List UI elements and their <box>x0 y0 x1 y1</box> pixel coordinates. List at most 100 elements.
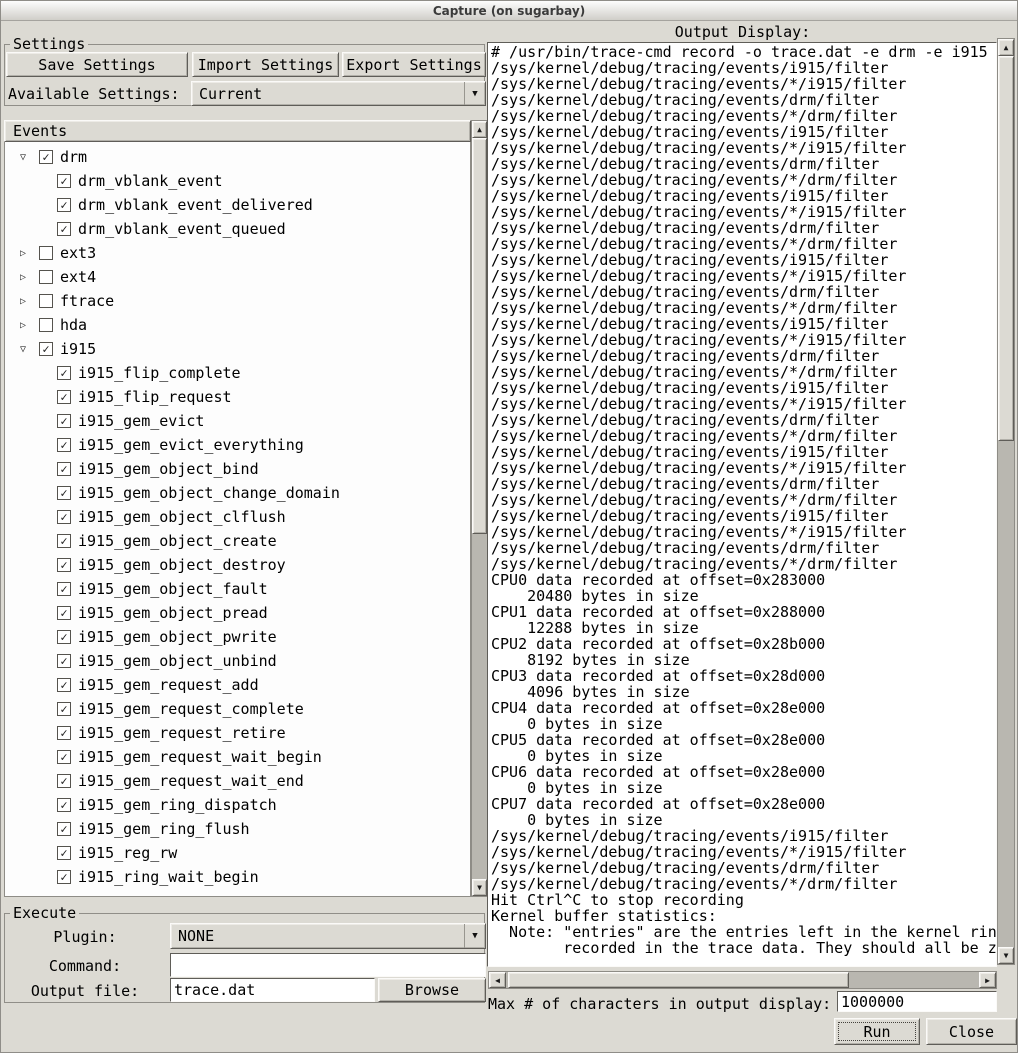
tree-row-i915_ring_wait_begin[interactable]: ✓i915_ring_wait_begin <box>5 865 470 889</box>
execute-legend: Execute <box>10 904 79 922</box>
tree-row-i915_gem_object_pread[interactable]: ✓ i915_gem_object_pread <box>5 601 470 625</box>
expander-open-icon[interactable]: ▽ <box>20 152 39 163</box>
window-titlebar[interactable]: Capture (on sugarbay) <box>1 1 1017 21</box>
tree-row-i915_gem_object_fault[interactable]: ✓i915_gem_object_fault <box>5 577 470 601</box>
tree-row-i915_flip_complete[interactable]: ✓i915_flip_complete <box>5 361 470 385</box>
tree-row-i915_gem_request_retire[interactable]: ✓i915_gem_request_retire <box>5 721 470 745</box>
tree-row-i915_gem_evict[interactable]: ✓i915_gem_evict <box>5 409 470 433</box>
checkbox-i915_gem_request_wait_end[interactable]: ✓ <box>57 774 71 788</box>
scroll-down-icon[interactable]: ▼ <box>998 947 1014 964</box>
scroll-left-icon[interactable]: ◀ <box>489 972 506 988</box>
checkbox-ext3[interactable] <box>39 246 53 260</box>
tree-row-drm[interactable]: ▽✓drm <box>5 145 470 169</box>
output-hscrollbar-thumb[interactable] <box>508 972 849 988</box>
tree-row-drm_vblank_event[interactable]: ✓drm_vblank_event <box>5 169 470 193</box>
event-label: i915_gem_request_wait_begin <box>78 748 322 766</box>
tree-row-i915_gem_object_destroy[interactable]: ✓i915_gem_object_destroy <box>5 553 470 577</box>
close-button[interactable]: Close <box>926 1018 1017 1045</box>
chevron-down-icon: ▼ <box>464 82 485 105</box>
expander-closed-icon[interactable]: ▷ <box>20 320 39 331</box>
checkbox-drm_vblank_event[interactable]: ✓ <box>57 174 71 188</box>
event-label: i915_gem_request_wait_end <box>78 772 304 790</box>
output-text[interactable]: # /usr/bin/trace-cmd record -o trace.dat… <box>487 42 997 967</box>
checkbox-drm_vblank_event_queued[interactable]: ✓ <box>57 222 71 236</box>
checkbox-i915_gem_ring_dispatch[interactable]: ✓ <box>57 798 71 812</box>
plugin-dropdown[interactable]: NONE ▼ <box>170 923 486 949</box>
tree-row-i915_gem_ring_dispatch[interactable]: ✓i915_gem_ring_dispatch <box>5 793 470 817</box>
expander-closed-icon[interactable]: ▷ <box>20 248 39 259</box>
checkbox-i915_gem_request_retire[interactable]: ✓ <box>57 726 71 740</box>
tree-row-i915_gem_object_unbind[interactable]: ✓i915_gem_object_unbind <box>5 649 470 673</box>
tree-row-i915_gem_evict_everything[interactable]: ✓i915_gem_evict_everything <box>5 433 470 457</box>
tree-row-i915_gem_object_create[interactable]: ✓i915_gem_object_create <box>5 529 470 553</box>
tree-row-i915_gem_ring_flush[interactable]: ✓i915_gem_ring_flush <box>5 817 470 841</box>
tree-row-i915_gem_request_wait_begin[interactable]: ✓ i915_gem_request_wait_begin <box>5 745 470 769</box>
checkbox-drm_vblank_event_delivered[interactable]: ✓ <box>57 198 71 212</box>
tree-row-i915_gem_object_change_domain[interactable]: ✓i915_gem_object_change_domain <box>5 481 470 505</box>
checkbox-i915_gem_request_wait_begin[interactable]: ✓ <box>57 750 71 764</box>
checkbox-i915_gem_object_bind[interactable]: ✓ <box>57 462 71 476</box>
tree-row-i915_gem_request_complete[interactable]: ✓i915_gem_request_complete <box>5 697 470 721</box>
tree-row-i915_gem_object_pwrite[interactable]: ✓i915_gem_object_pwrite <box>5 625 470 649</box>
scroll-right-icon[interactable]: ▶ <box>979 972 996 988</box>
checkbox-i915_gem_evict[interactable]: ✓ <box>57 414 71 428</box>
output-vscrollbar-thumb[interactable] <box>998 56 1014 441</box>
checkbox-i915[interactable]: ✓ <box>39 342 53 356</box>
checkbox-i915_gem_object_change_domain[interactable]: ✓ <box>57 486 71 500</box>
tree-row-drm_vblank_event_delivered[interactable]: ✓drm_vblank_event_delivered <box>5 193 470 217</box>
tree-row-i915_gem_request_add[interactable]: ✓i915_gem_request_add <box>5 673 470 697</box>
tree-row-i915_flip_request[interactable]: ✓i915_flip_request <box>5 385 470 409</box>
checkbox-ftrace[interactable] <box>39 294 53 308</box>
scroll-up-icon[interactable]: ▲ <box>998 39 1014 56</box>
scroll-up-icon[interactable]: ▲ <box>472 121 487 138</box>
checkbox-i915_reg_rw[interactable]: ✓ <box>57 846 71 860</box>
available-settings-dropdown[interactable]: Current ▼ <box>191 81 486 106</box>
scroll-down-icon[interactable]: ▼ <box>472 879 487 896</box>
events-panel: Events ▽✓drm✓drm_vblank_event✓drm_vblank… <box>4 120 488 897</box>
tree-row-i915_gem_request_wait_end[interactable]: ✓ i915_gem_request_wait_end <box>5 769 470 793</box>
checkbox-i915_gem_ring_flush[interactable]: ✓ <box>57 822 71 836</box>
tree-row-ftrace[interactable]: ▷ftrace <box>5 289 470 313</box>
import-settings-button[interactable]: Import Settings <box>192 52 339 77</box>
checkbox-drm[interactable]: ✓ <box>39 150 53 164</box>
run-button[interactable]: Run <box>834 1018 920 1045</box>
checkbox-i915_gem_object_create[interactable]: ✓ <box>57 534 71 548</box>
tree-row-i915_gem_object_clflush[interactable]: ✓i915_gem_object_clflush <box>5 505 470 529</box>
checkbox-i915_gem_object_pwrite[interactable]: ✓ <box>57 630 71 644</box>
browse-button[interactable]: Browse <box>378 978 486 1002</box>
events-scrollbar-thumb[interactable] <box>472 138 487 534</box>
checkbox-i915_gem_object_clflush[interactable]: ✓ <box>57 510 71 524</box>
checkbox-i915_gem_request_complete[interactable]: ✓ <box>57 702 71 716</box>
output-horizontal-scrollbar[interactable]: ◀ ▶ <box>488 971 997 989</box>
checkbox-i915_gem_evict_everything[interactable]: ✓ <box>57 438 71 452</box>
tree-row-hda[interactable]: ▷hda <box>5 313 470 337</box>
tree-row-ext4[interactable]: ▷ext4 <box>5 265 470 289</box>
tree-row-i915_reg_rw[interactable]: ✓i915_reg_rw <box>5 841 470 865</box>
expander-closed-icon[interactable]: ▷ <box>20 296 39 307</box>
expander-open-icon[interactable]: ▽ <box>20 344 39 355</box>
events-scrollbar[interactable]: ▲ ▼ <box>471 120 488 897</box>
events-column-header[interactable]: Events <box>4 120 471 142</box>
output-file-input[interactable] <box>170 978 375 1002</box>
checkbox-i915_gem_object_destroy[interactable]: ✓ <box>57 558 71 572</box>
export-settings-button[interactable]: Export Settings <box>342 52 486 77</box>
output-vertical-scrollbar[interactable]: ▲ ▼ <box>997 38 1015 965</box>
checkbox-i915_gem_object_unbind[interactable]: ✓ <box>57 654 71 668</box>
command-input[interactable] <box>170 953 486 977</box>
checkbox-i915_flip_complete[interactable]: ✓ <box>57 366 71 380</box>
max-chars-input[interactable] <box>837 991 997 1012</box>
tree-row-i915_gem_object_bind[interactable]: ✓i915_gem_object_bind <box>5 457 470 481</box>
save-settings-button[interactable]: Save Settings <box>6 52 188 77</box>
expander-closed-icon[interactable]: ▷ <box>20 272 39 283</box>
checkbox-i915_gem_object_pread[interactable]: ✓ <box>57 606 71 620</box>
checkbox-ext4[interactable] <box>39 270 53 284</box>
checkbox-i915_ring_wait_begin[interactable]: ✓ <box>57 870 71 884</box>
checkbox-i915_gem_object_fault[interactable]: ✓ <box>57 582 71 596</box>
checkbox-hda[interactable] <box>39 318 53 332</box>
tree-row-ext3[interactable]: ▷ext3 <box>5 241 470 265</box>
tree-row-i915[interactable]: ▽✓i915 <box>5 337 470 361</box>
tree-row-drm_vblank_event_queued[interactable]: ✓drm_vblank_event_queued <box>5 217 470 241</box>
checkbox-i915_flip_request[interactable]: ✓ <box>57 390 71 404</box>
checkbox-i915_gem_request_add[interactable]: ✓ <box>57 678 71 692</box>
event-label: i915_gem_object_pread <box>78 604 268 622</box>
